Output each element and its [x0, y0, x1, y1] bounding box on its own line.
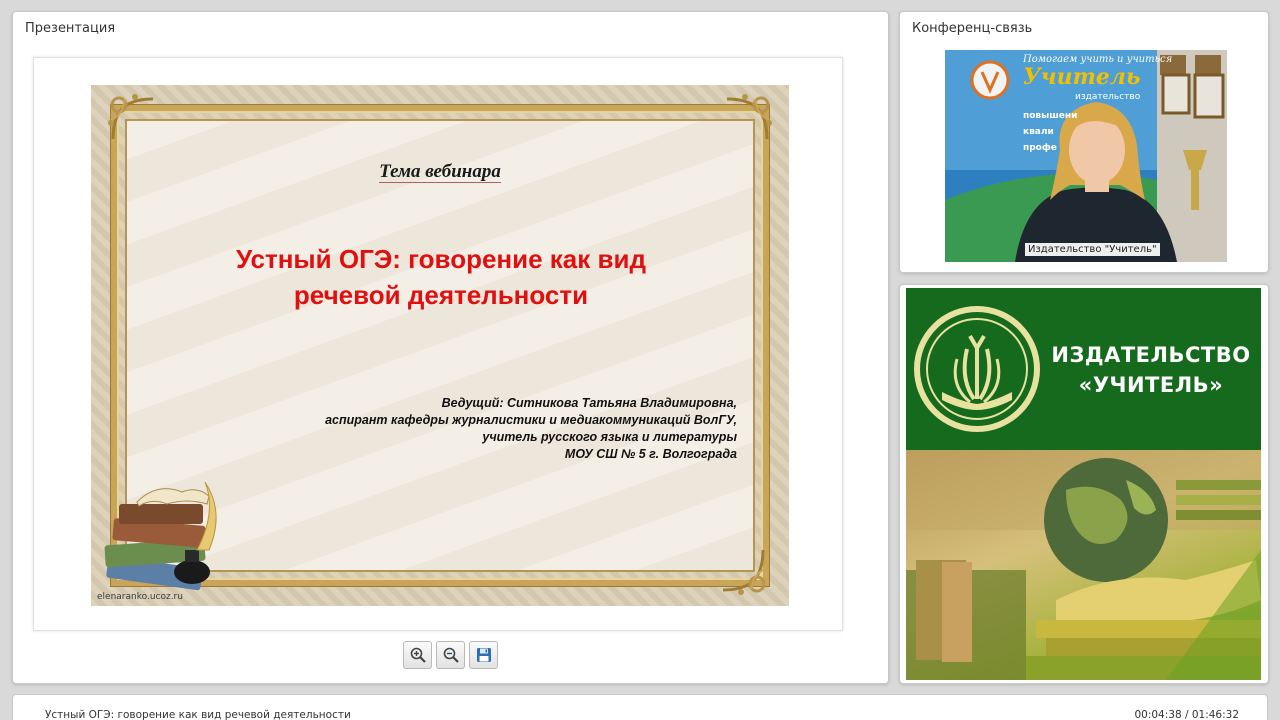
zoom-out-icon — [443, 647, 459, 663]
publisher-name: ИЗДАТЕЛЬСТВО «УЧИТЕЛЬ» — [1051, 343, 1251, 397]
zoom-in-icon — [410, 647, 426, 663]
zoom-in-button[interactable] — [403, 641, 432, 669]
slide-toolbar — [403, 641, 498, 669]
banner-list-item: повышени — [1023, 111, 1078, 121]
books-globe-photo — [906, 450, 1261, 680]
conference-panel-title: Конференц-связь — [912, 21, 1033, 36]
playback-time: 00:04:38 / 01:46:32 — [1134, 709, 1239, 720]
publisher-logo-banner: ИЗДАТЕЛЬСТВО «УЧИТЕЛЬ» — [906, 288, 1261, 680]
save-button[interactable] — [469, 641, 498, 669]
publisher-logo-panel: ИЗДАТЕЛЬСТВО «УЧИТЕЛЬ» — [899, 284, 1269, 684]
banner-list-item: профе — [1023, 143, 1057, 153]
presentation-panel: Презентация Тема вебинара Устный ОГЭ: го… — [12, 11, 889, 684]
slide-presenter-info: Ведущий: Ситникова Татьяна Владимировна,… — [325, 396, 737, 461]
presentation-panel-title: Презентация — [25, 21, 116, 36]
banner-list-item: квали — [1023, 127, 1054, 137]
conference-panel: Конференц-связь Помогаем учить и учиться… — [899, 11, 1269, 273]
slide-viewport[interactable]: Тема вебинара Устный ОГЭ: говорение как … — [33, 57, 843, 631]
publisher-emblem-icon — [914, 306, 1040, 432]
slide-credit: elenaranko.ucoz.ru — [97, 592, 183, 602]
banner-brand-text: Учитель — [1023, 64, 1141, 90]
logo-green-area: ИЗДАТЕЛЬСТВО «УЧИТЕЛЬ» — [906, 288, 1261, 450]
ornament-corner-icon — [108, 94, 154, 140]
playback-bar: Устный ОГЭ: говорение как вид речевой де… — [12, 694, 1268, 720]
floppy-disk-icon — [476, 648, 491, 662]
webinar-title: Устный ОГЭ: говорение как вид речевой де… — [45, 709, 351, 720]
video-participant-label: Издательство "Учитель" — [1025, 243, 1160, 256]
slide-title: Устный ОГЭ: говорение как вид речевой де… — [236, 244, 646, 310]
books-and-inkwell-icon — [104, 481, 217, 591]
webcam-video[interactable]: Помогаем учить и учиться Учитель издател… — [945, 50, 1227, 262]
slide: Тема вебинара Устный ОГЭ: говорение как … — [91, 85, 789, 606]
banner-list: повышени квали профе — [1023, 108, 1077, 156]
slide-theme: Тема вебинара — [379, 161, 501, 183]
banner-sub-text: издательство — [1075, 92, 1141, 102]
globe-and-books-icon — [906, 450, 1261, 680]
ornament-corner-icon — [726, 94, 772, 140]
ornament-corner-icon — [722, 549, 768, 595]
zoom-out-button[interactable] — [436, 641, 465, 669]
